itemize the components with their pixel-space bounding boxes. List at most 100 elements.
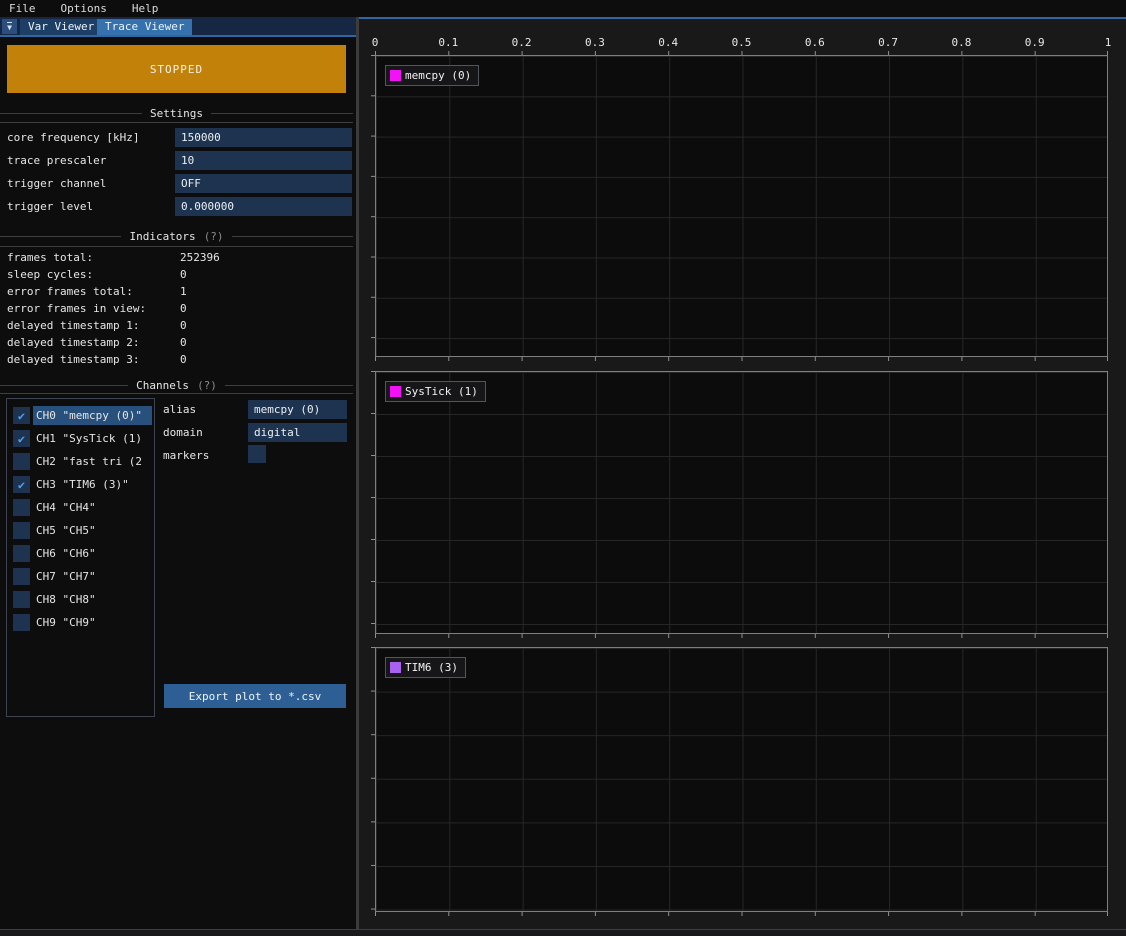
x-axis-tick-label: 0.6 [805, 36, 825, 49]
channel-label[interactable]: CH2 "fast tri (2 [36, 452, 152, 471]
export-csv-button[interactable]: Export plot to *.csv [164, 684, 346, 708]
channel-checkbox[interactable] [13, 522, 30, 539]
legend-systick[interactable]: SysTick (1) [385, 381, 486, 402]
trace-prescaler-input[interactable]: 10 [175, 151, 352, 170]
plot-tim6[interactable]: TIM6 (3) [375, 647, 1108, 912]
indicator-label: delayed timestamp 1: [7, 319, 139, 332]
channel-list: ✔ CH0 "memcpy (0)" ✔ CH1 "SysTick (1) CH… [6, 398, 155, 717]
x-axis-tick-label: 0.8 [951, 36, 971, 49]
channel-checkbox[interactable]: ✔ [13, 430, 30, 447]
settings-header: Settings [0, 107, 353, 120]
channel-checkbox[interactable] [13, 568, 30, 585]
domain-field[interactable]: digital [248, 423, 347, 442]
indicator-value: 0 [180, 268, 187, 281]
channel-row-ch5: CH5 "CH5" [13, 521, 152, 540]
legend-label: SysTick (1) [405, 385, 478, 398]
channel-label[interactable]: CH3 "TIM6 (3)" [36, 475, 152, 494]
channel-label[interactable]: CH5 "CH5" [36, 521, 152, 540]
menu-item-file[interactable]: File [9, 2, 36, 15]
indicators-header: Indicators(?) [0, 230, 353, 243]
x-axis-tick-label: 1 [1105, 36, 1112, 49]
indicator-label: delayed timestamp 2: [7, 336, 139, 349]
check-icon: ✔ [18, 410, 25, 422]
indicator-value: 0 [180, 336, 187, 349]
acquisition-state-button[interactable]: STOPPED [7, 45, 346, 93]
channel-label[interactable]: CH9 "CH9" [36, 613, 152, 632]
legend-label: memcpy (0) [405, 69, 471, 82]
indicator-value: 1 [180, 285, 187, 298]
indicator-label: error frames in view: [7, 302, 146, 315]
x-axis-tick-label: 0.4 [658, 36, 678, 49]
x-axis-tick-label: 0.1 [438, 36, 458, 49]
indicator-value: 0 [180, 302, 187, 315]
plot-memcpy[interactable]: memcpy (0) [375, 55, 1108, 357]
channel-row-ch3: ✔ CH3 "TIM6 (3)" [13, 475, 152, 494]
channel-label[interactable]: CH4 "CH4" [36, 498, 152, 517]
collapse-button[interactable]: ▼ [2, 19, 17, 34]
channel-row-ch8: CH8 "CH8" [13, 590, 152, 609]
indicator-value: 252396 [180, 251, 220, 264]
separator [0, 246, 353, 247]
channel-checkbox[interactable]: ✔ [13, 407, 30, 424]
x-axis-tick-label: 0.2 [512, 36, 532, 49]
channel-label[interactable]: CH7 "CH7" [36, 567, 152, 586]
trigger-channel-label: trigger channel [7, 177, 106, 190]
x-axis-tick-label: 0.5 [732, 36, 752, 49]
indicator-label: frames total: [7, 251, 93, 264]
series-swatch-icon [390, 662, 401, 673]
indicator-label: error frames total: [7, 285, 133, 298]
channel-checkbox[interactable] [13, 545, 30, 562]
indicator-value: 0 [180, 353, 187, 366]
core-frequency-input[interactable]: 150000 [175, 128, 352, 147]
legend-label: TIM6 (3) [405, 661, 458, 674]
domain-label: domain [163, 426, 203, 439]
menu-item-options[interactable]: Options [61, 2, 107, 15]
series-swatch-icon [390, 70, 401, 81]
menu-bar: File Options Help [0, 0, 1126, 17]
markers-label: markers [163, 449, 209, 462]
channel-label[interactable]: CH8 "CH8" [36, 590, 152, 609]
channel-row-ch2: CH2 "fast tri (2 [13, 452, 152, 471]
check-icon: ✔ [18, 479, 25, 491]
check-icon: ✔ [18, 433, 25, 445]
x-axis-labels: 0 0.1 0.2 0.3 0.4 0.5 0.6 0.7 0.8 0.9 1 [375, 36, 1108, 49]
plot-systick[interactable]: SysTick (1) [375, 371, 1108, 634]
series-swatch-icon [390, 386, 401, 397]
separator [0, 122, 353, 123]
indicator-label: delayed timestamp 3: [7, 353, 139, 366]
trigger-level-input[interactable]: 0.000000 [175, 197, 352, 216]
menu-item-help[interactable]: Help [132, 2, 159, 15]
channel-row-ch4: CH4 "CH4" [13, 498, 152, 517]
channel-row-ch1: ✔ CH1 "SysTick (1) [13, 429, 152, 448]
channel-row-ch9: CH9 "CH9" [13, 613, 152, 632]
channel-label[interactable]: CH1 "SysTick (1) [36, 429, 152, 448]
x-axis-tick-label: 0.3 [585, 36, 605, 49]
separator [0, 393, 353, 394]
trace-prescaler-label: trace prescaler [7, 154, 106, 167]
channel-checkbox[interactable] [13, 499, 30, 516]
channel-checkbox[interactable]: ✔ [13, 476, 30, 493]
alias-field[interactable]: memcpy (0) [248, 400, 347, 419]
trigger-channel-select[interactable]: OFF [175, 174, 352, 193]
channel-label[interactable]: CH6 "CH6" [36, 544, 152, 563]
channel-checkbox[interactable] [13, 453, 30, 470]
trigger-level-label: trigger level [7, 200, 93, 213]
channel-checkbox[interactable] [13, 614, 30, 631]
channel-label[interactable]: CH0 "memcpy (0)" [33, 406, 152, 425]
indicator-label: sleep cycles: [7, 268, 93, 281]
legend-tim6[interactable]: TIM6 (3) [385, 657, 466, 678]
help-icon: (?) [197, 379, 217, 392]
tab-trace-viewer[interactable]: Trace Viewer [97, 19, 192, 35]
core-frequency-label: core frequency [kHz] [7, 131, 139, 144]
channel-row-ch6: CH6 "CH6" [13, 544, 152, 563]
markers-checkbox[interactable] [248, 445, 266, 463]
tab-var-viewer[interactable]: Var Viewer [20, 19, 102, 35]
x-axis-ticks [375, 51, 1108, 55]
x-axis-tick-label: 0.7 [878, 36, 898, 49]
trace-plot-panel: 0 0.1 0.2 0.3 0.4 0.5 0.6 0.7 0.8 0.9 1 … [359, 17, 1126, 929]
channel-checkbox[interactable] [13, 591, 30, 608]
x-axis-tick-label: 0.9 [1025, 36, 1045, 49]
tab-bar: ▼ Var Viewer Trace Viewer [0, 17, 357, 37]
help-icon: (?) [204, 230, 224, 243]
legend-memcpy[interactable]: memcpy (0) [385, 65, 479, 86]
